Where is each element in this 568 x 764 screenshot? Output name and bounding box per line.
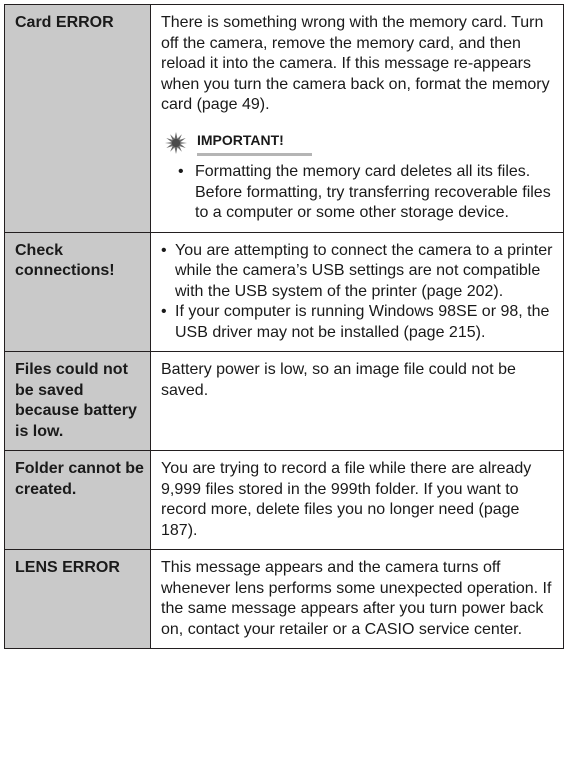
message-cell: Check connections! (4, 231, 151, 352)
bullet-list: You are attempting to connect the camera… (161, 241, 553, 344)
description-cell: Battery power is low, so an image file c… (150, 351, 564, 451)
table-row: Files could not be saved because battery… (4, 351, 564, 451)
description-text: There is something wrong with the memory… (161, 14, 550, 113)
important-label: IMPORTANT! (197, 130, 312, 156)
message-cell: Folder cannot be created. (4, 450, 151, 550)
table-row: Folder cannot be created. You are trying… (4, 450, 564, 550)
list-item: You are attempting to connect the camera… (161, 241, 553, 303)
description-cell: You are trying to record a file while th… (150, 450, 564, 550)
table-row: Card ERROR There is something wrong with… (4, 4, 564, 233)
message-cell: Files could not be saved because battery… (4, 351, 151, 451)
important-list: Formatting the memory card deletes all i… (161, 162, 553, 224)
error-message-table: Card ERROR There is something wrong with… (4, 4, 564, 649)
description-cell: There is something wrong with the memory… (150, 4, 564, 233)
description-cell: This message appears and the camera turn… (150, 549, 564, 649)
list-item: If your computer is running Windows 98SE… (161, 302, 553, 343)
list-item: Formatting the memory card deletes all i… (173, 162, 553, 224)
important-heading: IMPORTANT! (165, 130, 553, 156)
message-cell: Card ERROR (4, 4, 151, 233)
table-row: LENS ERROR This message appears and the … (4, 549, 564, 649)
starburst-icon (165, 131, 187, 154)
description-cell: You are attempting to connect the camera… (150, 231, 564, 352)
message-cell: LENS ERROR (4, 549, 151, 649)
table-row: Check connections! You are attempting to… (4, 231, 564, 352)
